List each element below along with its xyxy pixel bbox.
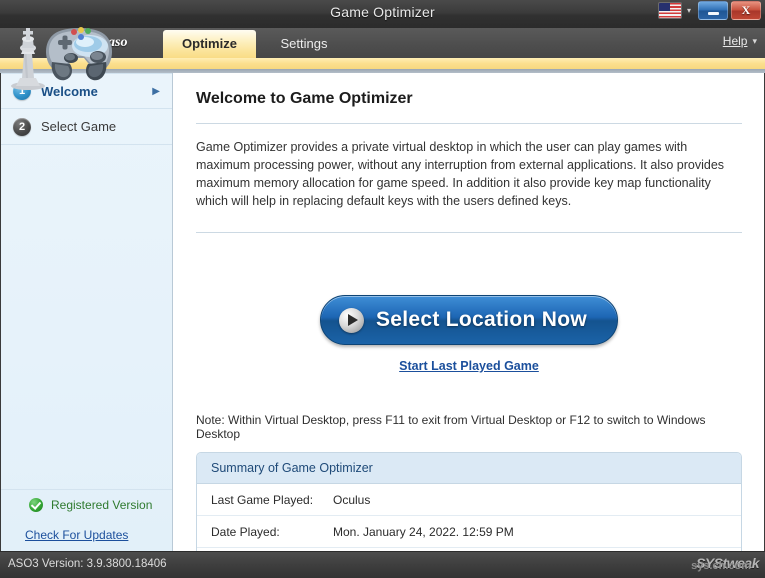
registered-status: Registered Version [1,489,172,520]
registered-label: Registered Version [51,498,152,512]
sidebar-footer: Registered Version Check For Updates [1,489,172,552]
sidebar: 1 Welcome ▶ 2 Select Game Registered Ver… [1,73,173,552]
flag-canton [659,3,670,11]
sidebar-item-welcome[interactable]: 1 Welcome ▶ [1,73,172,109]
title-divider [196,123,742,124]
cta-container: Select Location Now [196,295,742,345]
chevron-right-icon: ▶ [152,86,160,97]
summary-value: Oculus [333,493,370,507]
accent-bar [0,58,765,69]
title-bar: Game Optimizer ▾ X [0,0,765,29]
sidebar-item-select-game[interactable]: 2 Select Game [1,109,172,145]
tab-settings[interactable]: Settings [256,30,352,58]
close-button[interactable]: X [731,1,761,20]
app-window: Game Optimizer ▾ X aso Optimize Settings… [0,0,765,578]
check-for-updates-link[interactable]: Check For Updates [1,520,172,552]
help-menu[interactable]: Help ▾ [723,34,757,48]
brand-label: aso [108,35,127,51]
summary-key: Last Game Played: [197,493,333,507]
status-bar: ASO3 Version: 3.9.3800.18406 SYStweak sy… [0,551,765,578]
start-last-played-game-link[interactable]: Start Last Played Game [399,359,539,373]
select-location-now-button[interactable]: Select Location Now [320,295,618,345]
watermark-overlay-label: sys.ch.com [691,560,751,572]
tab-optimize[interactable]: Optimize [163,30,256,58]
sidebar-item-label: Welcome [41,84,98,99]
main-panel: Welcome to Game Optimizer Game Optimizer… [174,73,764,552]
tab-bar: aso Optimize Settings Help ▾ [0,28,765,58]
table-row: Last Game Played: Oculus [197,484,741,516]
sidebar-item-label: Select Game [41,119,116,134]
minimize-button[interactable] [698,1,728,20]
step-badge-1: 1 [13,82,31,100]
chevron-down-icon: ▾ [752,36,757,47]
check-circle-icon [29,498,43,512]
window-controls: ▾ X [658,1,761,20]
help-label: Help [723,34,748,48]
page-title: Welcome to Game Optimizer [196,73,742,108]
minimize-icon [708,12,719,15]
version-text: ASO3 Version: 3.9.3800.18406 [8,558,167,570]
sub-link-container: Start Last Played Game [196,357,742,375]
summary-header: Summary of Game Optimizer [197,453,741,484]
note-text: Note: Within Virtual Desktop, press F11 … [196,413,742,441]
summary-key: Date Played: [197,525,333,539]
play-icon [339,308,364,333]
intro-divider [196,232,742,233]
table-row: Date Played: Mon. January 24, 2022. 12:5… [197,516,741,548]
content-area: 1 Welcome ▶ 2 Select Game Registered Ver… [1,73,764,552]
cta-label: Select Location Now [376,308,587,332]
intro-text: Game Optimizer provides a private virtua… [196,138,742,210]
us-flag-icon[interactable] [658,2,682,19]
chevron-down-icon[interactable]: ▾ [687,6,691,15]
step-badge-2: 2 [13,118,31,136]
window-title: Game Optimizer [0,4,765,20]
summary-value: Mon. January 24, 2022. 12:59 PM [333,525,514,539]
